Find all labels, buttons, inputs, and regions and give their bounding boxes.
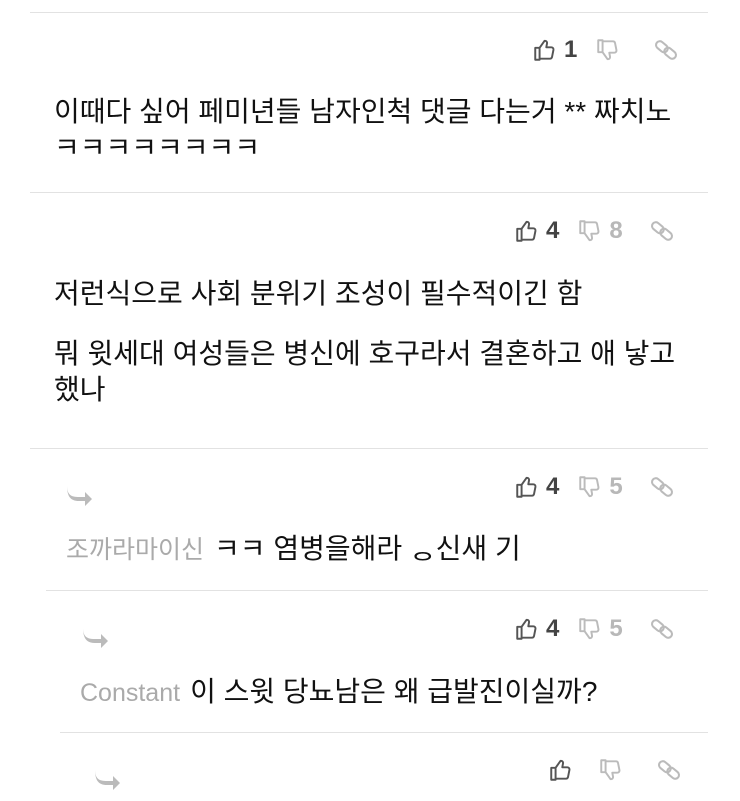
thumbs-up-icon — [514, 616, 540, 642]
permalink-button[interactable] — [649, 218, 675, 244]
reply-arrow-icon — [64, 482, 94, 506]
permalink-button[interactable] — [649, 616, 675, 642]
comment-body: ㅋㅋ 염병을해라 ᆼ신새 기 — [214, 533, 521, 564]
dislike-count: 5 — [609, 615, 623, 642]
thumbs-down-icon — [595, 37, 621, 63]
thumbs-down-icon — [577, 616, 603, 642]
divider — [60, 732, 708, 733]
comment-author[interactable]: 조까라마이신 — [66, 536, 204, 564]
like-button[interactable]: 4 — [514, 218, 559, 244]
thumbs-up-icon — [514, 218, 540, 244]
comment-text: Constant 이 스윗 당뇨남은 왜 급발진이실까? — [80, 674, 690, 711]
comment-body: 이 스윗 당뇨남은 왜 급발진이실까? — [190, 676, 598, 707]
divider — [30, 12, 708, 13]
like-count: 4 — [546, 615, 560, 642]
like-button[interactable]: 4 — [514, 474, 559, 500]
link-icon — [649, 474, 675, 500]
divider — [30, 448, 708, 449]
like-button[interactable]: 4 — [514, 616, 559, 642]
thumbs-up-icon — [548, 757, 574, 783]
like-count: 4 — [546, 217, 560, 244]
dislike-button[interactable]: 5 — [577, 615, 623, 642]
comment-actions: 4 8 — [514, 211, 675, 251]
like-count: 4 — [546, 473, 560, 500]
link-icon — [656, 757, 682, 783]
like-button[interactable] — [548, 757, 580, 783]
comment-actions: 4 5 — [514, 609, 675, 649]
link-icon — [649, 616, 675, 642]
comment-paragraph: 이때다 싶어 페미년들 남자인척 댓글 다는거 ** 짜치노 ㅋㅋㅋㅋㅋㅋㅋㅋ — [54, 96, 672, 163]
thumbs-down-icon — [598, 757, 624, 783]
dislike-count: 8 — [609, 217, 623, 244]
comment-actions: 1 — [532, 30, 679, 70]
comment-text: 이때다 싶어 페미년들 남자인척 댓글 다는거 ** 짜치노 ㅋㅋㅋㅋㅋㅋㅋㅋ — [54, 94, 688, 166]
comment-paragraph: 뭐 윗세대 여성들은 병신에 호구라서 결혼하고 애 낳고 했나 — [54, 338, 676, 405]
link-icon — [649, 218, 675, 244]
dislike-button[interactable] — [598, 757, 630, 783]
reply-arrow-icon — [80, 624, 110, 648]
thumbs-up-icon — [514, 474, 540, 500]
divider — [30, 192, 708, 193]
like-button[interactable]: 1 — [532, 37, 577, 63]
comment-author[interactable]: Constant — [80, 679, 180, 707]
comment-actions: 4 5 — [514, 467, 675, 507]
comment-text: 저런식으로 사회 분위기 조성이 필수적이긴 함 뭐 윗세대 여성들은 병신에 … — [54, 276, 694, 408]
permalink-button[interactable] — [656, 757, 682, 783]
link-icon — [653, 37, 679, 63]
thumbs-up-icon — [532, 37, 558, 63]
thumbs-down-icon — [577, 218, 603, 244]
permalink-button[interactable] — [653, 37, 679, 63]
dislike-count: 5 — [609, 473, 623, 500]
divider — [46, 590, 708, 591]
comment-paragraph: 저런식으로 사회 분위기 조성이 필수적이긴 함 — [54, 278, 583, 309]
comment-actions — [548, 750, 682, 790]
dislike-button[interactable] — [595, 37, 627, 63]
permalink-button[interactable] — [649, 474, 675, 500]
reply-arrow-icon — [92, 766, 122, 790]
thumbs-down-icon — [577, 474, 603, 500]
comment-text: 조까라마이신 ㅋㅋ 염병을해라 ᆼ신새 기 — [66, 531, 686, 568]
dislike-button[interactable]: 8 — [577, 217, 623, 244]
like-count: 1 — [564, 36, 578, 63]
dislike-button[interactable]: 5 — [577, 473, 623, 500]
